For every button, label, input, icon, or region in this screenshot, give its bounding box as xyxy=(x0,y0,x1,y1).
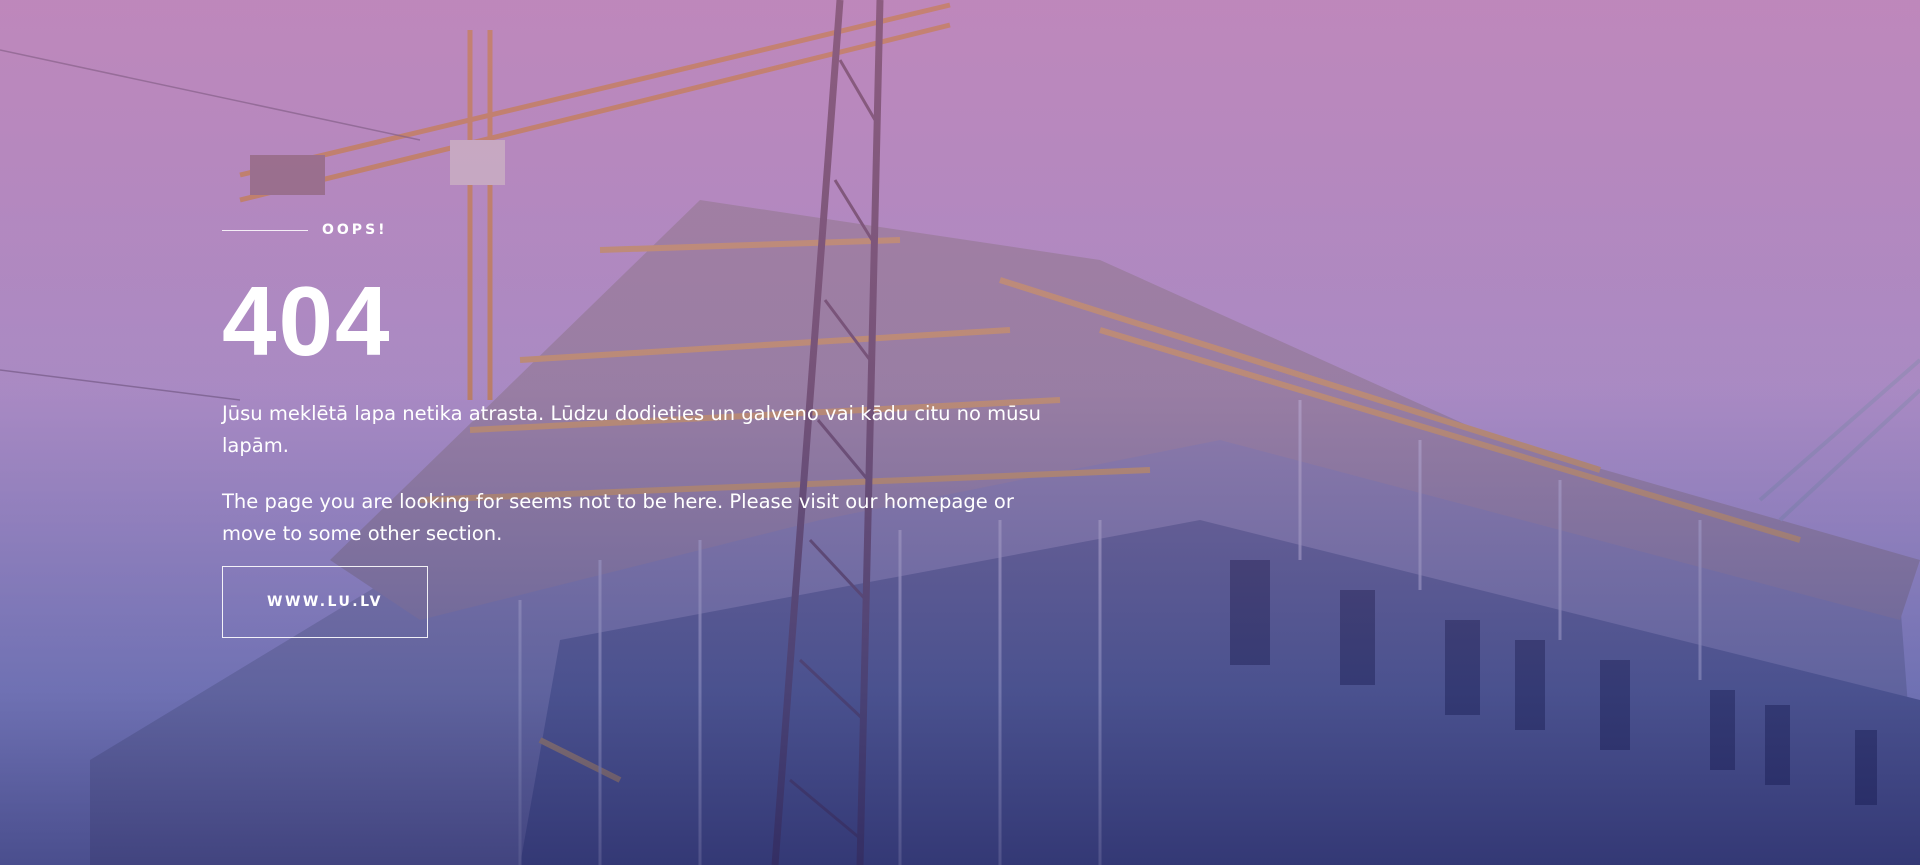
error-content: OOPS! 404 Jūsu meklētā lapa netika atras… xyxy=(222,222,1042,638)
eyebrow: OOPS! xyxy=(222,222,1042,238)
eyebrow-rule xyxy=(222,229,308,231)
homepage-link-button[interactable]: WWW.LU.LV xyxy=(222,566,428,638)
error-message-lv: Jūsu meklētā lapa netika atrasta. Lūdzu … xyxy=(222,402,1042,457)
eyebrow-text: OOPS! xyxy=(322,222,388,238)
error-message-en: The page you are looking for seems not t… xyxy=(222,490,1014,545)
error-code: 404 xyxy=(222,266,392,376)
